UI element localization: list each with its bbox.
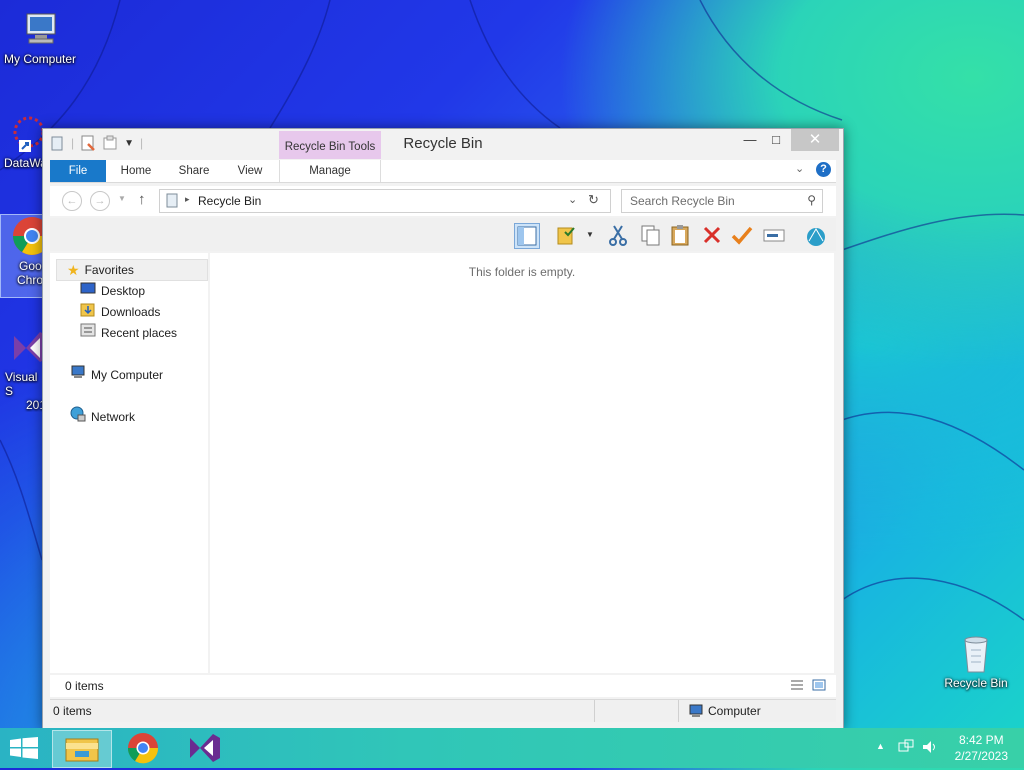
desktop-icon-label: Goo xyxy=(19,259,42,273)
datawrangler-icon xyxy=(3,112,45,154)
computer-small-icon xyxy=(70,364,86,386)
volume-icon[interactable] xyxy=(922,739,938,758)
network-tray-icon[interactable] xyxy=(898,739,914,758)
desktop-icon xyxy=(80,281,96,301)
desktop-icon-visual-studio[interactable]: Visual S 201 xyxy=(0,326,42,412)
breadcrumb-chevron-icon[interactable]: ▸ xyxy=(185,194,190,205)
item-count-bottom: 0 items xyxy=(53,704,92,718)
desktop-icon-my-computer[interactable]: My Computer xyxy=(0,8,80,66)
recycle-bin-icon xyxy=(955,632,997,674)
tab-share[interactable]: Share xyxy=(172,160,216,182)
large-icons-view-icon[interactable] xyxy=(812,678,826,695)
folder-options-dropdown-icon[interactable]: ▼ xyxy=(586,230,594,239)
close-button[interactable]: ✕ xyxy=(791,129,839,151)
rename-icon[interactable] xyxy=(762,223,786,247)
nav-my-computer[interactable]: My Computer xyxy=(70,365,163,385)
refresh-icon[interactable]: ↻ xyxy=(588,192,599,208)
search-icon[interactable]: ⚲ xyxy=(807,193,816,207)
ribbon-tabs: File Home Share View Manage ⌄ ? xyxy=(50,160,836,183)
title-bar[interactable]: | ▼ | Recycle Bin Tools Recycle Bin — □ … xyxy=(43,129,843,159)
downloads-folder-icon xyxy=(80,301,96,323)
windows-logo-icon xyxy=(10,737,38,759)
location-label: Computer xyxy=(708,704,761,718)
file-explorer-icon xyxy=(65,738,99,762)
desktop-icon-label-line2: Chro xyxy=(17,273,44,287)
address-bar[interactable]: ▸ Recycle Bin ⌄ ↻ xyxy=(159,189,611,213)
up-button[interactable]: ↑ xyxy=(138,191,146,208)
clock[interactable]: 8:42 PM 2/27/2023 xyxy=(955,732,1008,764)
status-bar-bottom: 0 items Computer xyxy=(50,699,836,722)
paste-icon[interactable] xyxy=(668,223,692,247)
item-count: 0 items xyxy=(65,679,104,693)
visual-studio-taskbar-icon xyxy=(190,734,220,762)
command-toolbar: ▼ xyxy=(50,218,836,251)
desktop-icon-label: Recycle Bin xyxy=(944,676,1008,690)
shell-icon[interactable] xyxy=(804,223,828,247)
explorer-window: | ▼ | Recycle Bin Tools Recycle Bin — □ … xyxy=(42,128,844,730)
desktop-icon-label: Visual S xyxy=(5,370,38,398)
recent-locations-dropdown-icon[interactable]: ▼ xyxy=(118,194,126,203)
nav-recent-places[interactable]: Recent places xyxy=(80,323,177,343)
computer-icon xyxy=(19,8,61,50)
tab-home[interactable]: Home xyxy=(114,160,158,182)
tab-view[interactable]: View xyxy=(228,160,272,182)
desktop-icon-label: My Computer xyxy=(3,52,77,66)
taskbar-chrome[interactable] xyxy=(114,730,172,766)
visual-studio-icon xyxy=(8,326,42,368)
navigation-pane: ★ Favorites Desktop Downloads Recent pla… xyxy=(50,253,208,673)
address-dropdown-icon[interactable]: ⌄ xyxy=(568,193,577,206)
desktop-icon-label-line2: 201 xyxy=(26,398,42,412)
checkmark-icon[interactable] xyxy=(730,223,754,247)
address-path: Recycle Bin xyxy=(198,194,262,208)
desktop-icon-recycle-bin[interactable]: Recycle Bin xyxy=(936,632,1016,690)
desktop-icon-google-chrome[interactable]: Goo Chro xyxy=(0,214,44,298)
chrome-icon xyxy=(11,215,43,257)
clock-time: 8:42 PM xyxy=(958,733,1004,747)
preview-pane-icon[interactable] xyxy=(514,223,540,249)
taskbar-file-explorer[interactable] xyxy=(52,730,112,768)
navigation-bar: ← → ▼ ↑ ▸ Recycle Bin ⌄ ↻ Search Recycle… xyxy=(50,186,836,216)
clock-date: 2/27/2023 xyxy=(954,749,1008,763)
details-view-icon[interactable] xyxy=(790,678,804,695)
nav-favorites[interactable]: ★ Favorites xyxy=(56,259,208,281)
tab-file[interactable]: File xyxy=(50,160,106,182)
delete-icon[interactable] xyxy=(700,223,724,247)
taskbar: ▲ 8:42 PM 2/27/2023 xyxy=(0,728,1024,768)
maximize-button[interactable]: □ xyxy=(761,129,791,151)
help-icon[interactable]: ? xyxy=(816,162,831,177)
computer-location-icon xyxy=(688,703,704,722)
nav-desktop[interactable]: Desktop xyxy=(80,281,145,301)
recent-places-icon xyxy=(80,322,96,344)
show-hidden-icons-icon[interactable]: ▲ xyxy=(876,741,885,751)
search-box[interactable]: Search Recycle Bin ⚲ xyxy=(621,189,823,213)
expand-ribbon-icon[interactable]: ⌄ xyxy=(795,162,804,175)
copy-icon[interactable] xyxy=(638,223,662,247)
taskbar-visual-studio[interactable] xyxy=(176,730,234,766)
network-icon xyxy=(70,406,86,428)
empty-folder-message: This folder is empty. xyxy=(468,265,576,279)
star-icon: ★ xyxy=(67,262,80,278)
folder-options-icon[interactable] xyxy=(556,223,580,247)
status-bar-top: 0 items xyxy=(50,675,836,697)
tab-manage[interactable]: Manage xyxy=(279,160,381,182)
nav-downloads[interactable]: Downloads xyxy=(80,302,160,322)
recycle-bin-address-icon xyxy=(165,193,179,211)
window-title: Recycle Bin xyxy=(403,135,483,152)
search-input[interactable]: Search Recycle Bin xyxy=(630,194,735,208)
forward-button[interactable]: → xyxy=(90,191,110,211)
nav-network[interactable]: Network xyxy=(70,406,135,428)
start-button[interactable] xyxy=(10,737,38,762)
cut-icon[interactable] xyxy=(606,223,630,247)
back-button[interactable]: ← xyxy=(62,191,82,211)
file-list-area[interactable]: This folder is empty. xyxy=(210,253,834,673)
chrome-taskbar-icon xyxy=(127,733,159,764)
